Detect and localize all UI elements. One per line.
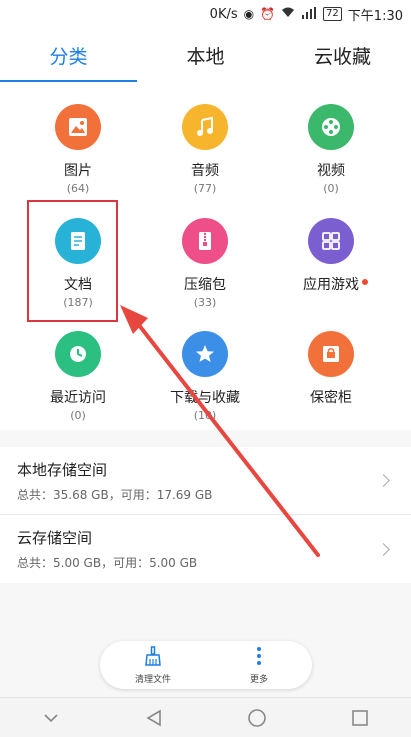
chevron-down-icon xyxy=(44,713,58,722)
category-count: (64) xyxy=(66,182,90,195)
nav-recents-button[interactable] xyxy=(330,698,390,737)
tab-category[interactable]: 分类 xyxy=(0,28,137,82)
recents-square-icon xyxy=(351,709,368,726)
apps-icon xyxy=(308,218,354,264)
clock-time: 下午1:30 xyxy=(347,8,403,24)
storage-row-cloud[interactable]: 云存储空间 总共：5.00 GB，可用：5.00 GB xyxy=(0,515,411,583)
clean-files-label: 清理文件 xyxy=(134,674,171,685)
category-name: 保密柜 xyxy=(310,390,352,406)
category-name: 应用游戏 xyxy=(303,274,368,294)
category-name: 下载与收藏 xyxy=(170,390,240,406)
category-count: (187) xyxy=(63,296,93,309)
category-name: 音频 xyxy=(191,163,219,179)
network-speed: 0K/s xyxy=(209,6,238,22)
category-name: 最近访问 xyxy=(50,390,106,406)
storage-row-local[interactable]: 本地存储空间 总共：35.68 GB，可用：17.69 GB xyxy=(0,447,411,515)
category-name: 视频 xyxy=(317,163,345,179)
alarm-icon: ⏰ xyxy=(260,7,276,21)
status-bar: 0K/s ◉ ⏰ 72 下午1:30 xyxy=(0,0,411,28)
category-grid: 图片 (64) 音频 (77) 视频 (0) 文档 (187) 压缩包 (33) xyxy=(0,82,411,430)
category-count: (0) xyxy=(323,182,339,195)
image-icon xyxy=(55,104,101,150)
signal-icon xyxy=(301,6,317,22)
broom-icon xyxy=(143,645,163,670)
clock-icon xyxy=(55,331,101,377)
storage-list: 本地存储空间 总共：35.68 GB，可用：17.69 GB 云存储空间 总共：… xyxy=(0,447,411,583)
chevron-right-icon xyxy=(377,542,390,556)
nav-back-button[interactable] xyxy=(124,698,184,737)
music-icon xyxy=(182,104,228,150)
star-icon xyxy=(182,331,228,377)
category-audio[interactable]: 音频 (77) xyxy=(145,104,265,195)
category-apps-games[interactable]: 应用游戏 xyxy=(271,218,391,296)
back-triangle-icon xyxy=(146,709,161,726)
category-safe[interactable]: 保密柜 xyxy=(271,331,391,409)
category-count: (77) xyxy=(193,182,217,195)
category-documents[interactable]: 文档 (187) xyxy=(18,218,138,309)
system-nav-bar xyxy=(0,697,411,737)
more-dots-icon xyxy=(256,646,262,670)
more-button[interactable]: 更多 xyxy=(206,641,312,689)
clean-files-button[interactable]: 清理文件 xyxy=(100,641,206,689)
category-images[interactable]: 图片 (64) xyxy=(18,104,138,195)
more-label: 更多 xyxy=(249,674,268,685)
document-icon xyxy=(55,218,101,264)
storage-title: 云存储空间 xyxy=(17,529,93,547)
category-name: 压缩包 xyxy=(184,277,226,293)
wifi-icon xyxy=(281,7,295,21)
category-count: (10) xyxy=(193,409,217,422)
tab-cloud-favorites[interactable]: 云收藏 xyxy=(274,28,411,82)
chevron-right-icon xyxy=(377,474,390,487)
battery-level: 72 xyxy=(323,7,342,21)
category-recent[interactable]: 最近访问 (0) xyxy=(18,331,138,422)
tab-bar: 分类 本地 云收藏 xyxy=(0,28,411,82)
nav-home-button[interactable] xyxy=(227,698,287,737)
storage-info: 总共：35.68 GB，可用：17.69 GB xyxy=(17,487,213,502)
category-name: 文档 xyxy=(64,277,92,293)
safe-icon xyxy=(308,331,354,377)
storage-info: 总共：5.00 GB，可用：5.00 GB xyxy=(17,556,198,570)
video-reel-icon xyxy=(308,104,354,150)
bottom-toolbar: 清理文件 更多 xyxy=(100,641,312,689)
category-video[interactable]: 视频 (0) xyxy=(271,104,391,195)
home-circle-icon xyxy=(248,708,266,727)
category-downloads-favorites[interactable]: 下载与收藏 (10) xyxy=(145,331,265,422)
category-count: (0) xyxy=(70,409,86,422)
category-archives[interactable]: 压缩包 (33) xyxy=(145,218,265,309)
tab-local[interactable]: 本地 xyxy=(137,28,274,82)
eye-icon: ◉ xyxy=(243,7,255,21)
notification-dot xyxy=(362,279,368,285)
storage-title: 本地存储空间 xyxy=(17,460,108,479)
nav-hide-button[interactable] xyxy=(21,698,81,737)
category-count: (33) xyxy=(193,296,217,309)
category-name: 图片 xyxy=(64,163,92,179)
zip-icon xyxy=(182,218,228,264)
